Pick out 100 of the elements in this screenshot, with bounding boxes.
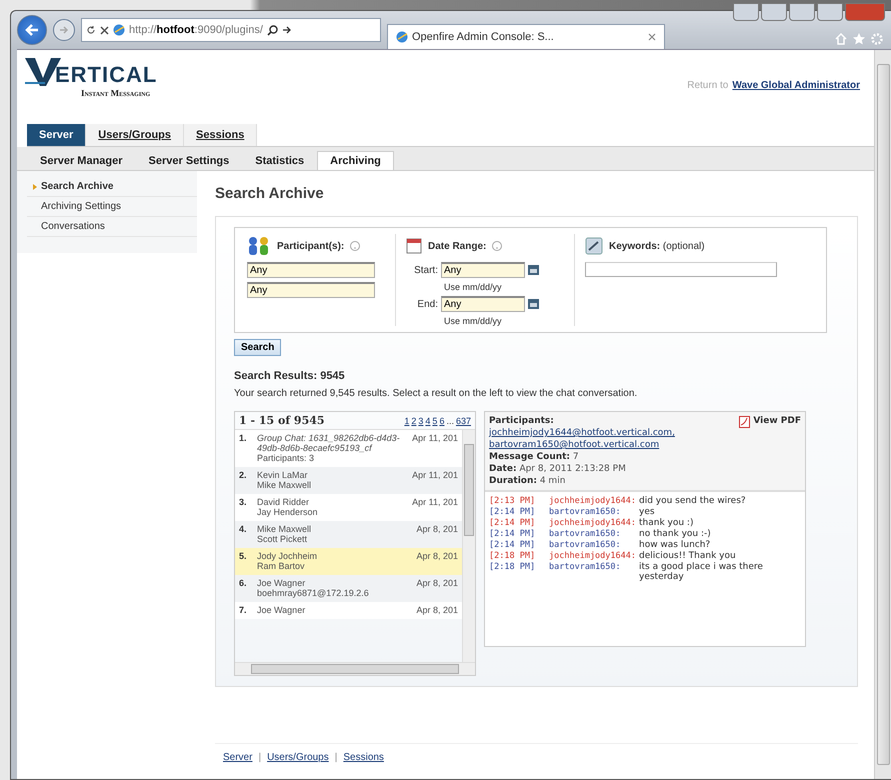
page-link[interactable]: 5: [432, 416, 438, 426]
row-number: 4.: [239, 524, 248, 536]
page-link[interactable]: 6: [439, 416, 444, 426]
people-icon: [247, 236, 271, 256]
calendar-icon[interactable]: [528, 265, 539, 275]
row-date: Apr 11, 201: [412, 433, 458, 445]
message-time: [2:14 PM]: [489, 518, 536, 528]
page-link[interactable]: 2: [411, 416, 416, 426]
return-label: Return to: [687, 80, 728, 93]
start-date-field[interactable]: Any: [441, 262, 525, 278]
message-sender: bartovram1650:: [549, 507, 622, 517]
results-title: Search Results: 9545: [234, 370, 346, 382]
browser-tab[interactable]: Openfire Admin Console: S...: [387, 24, 665, 49]
star-icon: [853, 33, 865, 45]
row-date: Apr 11, 201: [412, 497, 458, 509]
end-label: End:: [416, 298, 438, 310]
row-number: 6.: [239, 578, 248, 590]
result-row[interactable]: 1. Group Chat: 1631_98262db6-d4d3-49db-8d6b-8ecaefc95193_cf Participants: 3 Apr 11, 201: [235, 430, 462, 467]
pin-button[interactable]: [761, 3, 787, 21]
row-text: Joe Wagner: [257, 605, 306, 615]
sub-tab[interactable]: Server Manager: [27, 151, 136, 170]
email-link[interactable]: jochheimjody1644@hotfoot.vertical.com,: [489, 428, 675, 438]
end-date-field[interactable]: Any: [441, 296, 525, 312]
email-link[interactable]: bartovram1650@hotfoot.vertical.com: [489, 440, 675, 450]
pdf-icon: [739, 416, 750, 428]
row-number: 7.: [239, 605, 248, 615]
footer-link[interactable]: Sessions: [343, 752, 384, 763]
separator: |: [258, 752, 262, 763]
message-sender: jochheimjody1644:: [549, 518, 637, 528]
date-range-label: Date Range:: [428, 240, 486, 252]
sub-tab[interactable]: Archiving: [317, 151, 394, 170]
row-text: Jay Henderson: [257, 507, 319, 517]
admin-link[interactable]: Wave Global Administrator: [732, 80, 860, 118]
forward-arrow-icon: [59, 25, 69, 35]
participant-field[interactable]: Any: [247, 262, 375, 278]
page-link[interactable]: 637: [456, 416, 471, 426]
row-text: Joe Wagner: [257, 578, 306, 588]
row-text: Mike Maxwell: [257, 524, 312, 534]
row-number: 1.: [239, 433, 248, 445]
message-text: thank you :): [639, 518, 694, 528]
result-row[interactable]: 5. Jody Jochheim Ram Bartov Apr 8, 201: [235, 548, 462, 575]
main-tab[interactable]: Server: [27, 124, 86, 146]
search-icon: [266, 24, 278, 36]
page-link[interactable]: 4: [425, 416, 430, 426]
calendar-icon: [406, 238, 422, 254]
main-tab[interactable]: Users/Groups: [86, 124, 184, 146]
conversation-duration: Duration: 4 min: [489, 476, 566, 486]
row-number: 3.: [239, 497, 248, 509]
row-date: Apr 8, 201: [416, 551, 458, 563]
result-row[interactable]: 7. Joe Wagner Apr 8, 201: [235, 602, 462, 619]
arrow-right-icon: [282, 25, 292, 35]
page-title: Search Archive: [215, 185, 325, 202]
page-scrollbar[interactable]: [874, 50, 891, 779]
view-button[interactable]: [733, 3, 759, 21]
date-format-hint: Use mm/dd/yy: [444, 316, 503, 326]
help-icon[interactable]: [492, 241, 502, 251]
search-button[interactable]: Search: [234, 339, 282, 356]
back-button[interactable]: [17, 15, 47, 45]
tab-title: Openfire Admin Console: S...: [412, 31, 555, 43]
footer-link[interactable]: Users/Groups: [267, 752, 329, 763]
forward-button[interactable]: [53, 19, 75, 41]
footer-link[interactable]: Server: [223, 752, 252, 763]
scrollbar[interactable]: [462, 430, 475, 662]
page-link[interactable]: 3: [418, 416, 424, 426]
scrollbar[interactable]: [235, 662, 475, 675]
message-sender: bartovram1650:: [549, 562, 622, 574]
minimize-button[interactable]: [789, 3, 815, 21]
result-row[interactable]: 2. Kevin LaMar Mike Maxwell Apr 11, 201: [235, 467, 462, 494]
maximize-button[interactable]: [817, 3, 843, 21]
view-pdf-link[interactable]: View PDF: [739, 416, 801, 486]
sidebar-item[interactable]: Conversations: [27, 217, 197, 237]
participant-count: Participants: 3: [257, 453, 316, 463]
globe-icon: [113, 24, 125, 36]
result-row[interactable]: 6. Joe Wagner boehmray6871@172.19.2.6 Apr 8, 201: [235, 575, 462, 602]
row-text: Ram Bartov: [257, 561, 306, 571]
result-row[interactable]: 4. Mike Maxwell Scott Pickett Apr 8, 201: [235, 521, 462, 548]
sub-tab[interactable]: Statistics: [242, 151, 318, 170]
sidebar-item[interactable]: Archiving Settings: [27, 197, 197, 217]
address-bar[interactable]: http://hotfoot:9090/plugins/: [81, 18, 381, 42]
result-row[interactable]: 3. David Ridder Jay Henderson Apr 11, 201: [235, 494, 462, 521]
settings-icon: [871, 33, 883, 45]
page-link[interactable]: 1: [404, 416, 410, 426]
sidebar-item[interactable]: Search Archive: [27, 177, 197, 197]
message-time: [2:14 PM]: [489, 540, 536, 550]
help-icon[interactable]: [350, 241, 360, 251]
main-tab[interactable]: Sessions: [184, 124, 258, 146]
row-text: David Ridder: [257, 497, 310, 507]
participant-field[interactable]: Any: [247, 282, 375, 298]
keywords-field[interactable]: [585, 262, 777, 277]
message-text: yes: [639, 507, 656, 517]
url-text: http://hotfoot:9090/plugins/: [129, 24, 263, 36]
calendar-icon[interactable]: [528, 299, 539, 309]
message-text: did you send the wires?: [639, 496, 747, 506]
separator: |: [334, 752, 338, 763]
keywords-label: Keywords: (optional): [609, 240, 705, 252]
row-text: Group Chat: 1631_98262db6-d4d3-49db-8d6b-8ecaefc95193_cf: [257, 433, 401, 453]
sub-tab[interactable]: Server Settings: [136, 151, 242, 170]
results-range: 1 - 15 of 9545: [239, 414, 325, 427]
message-time: [2:14 PM]: [489, 507, 536, 517]
participants-heading: Participants:: [489, 416, 555, 426]
